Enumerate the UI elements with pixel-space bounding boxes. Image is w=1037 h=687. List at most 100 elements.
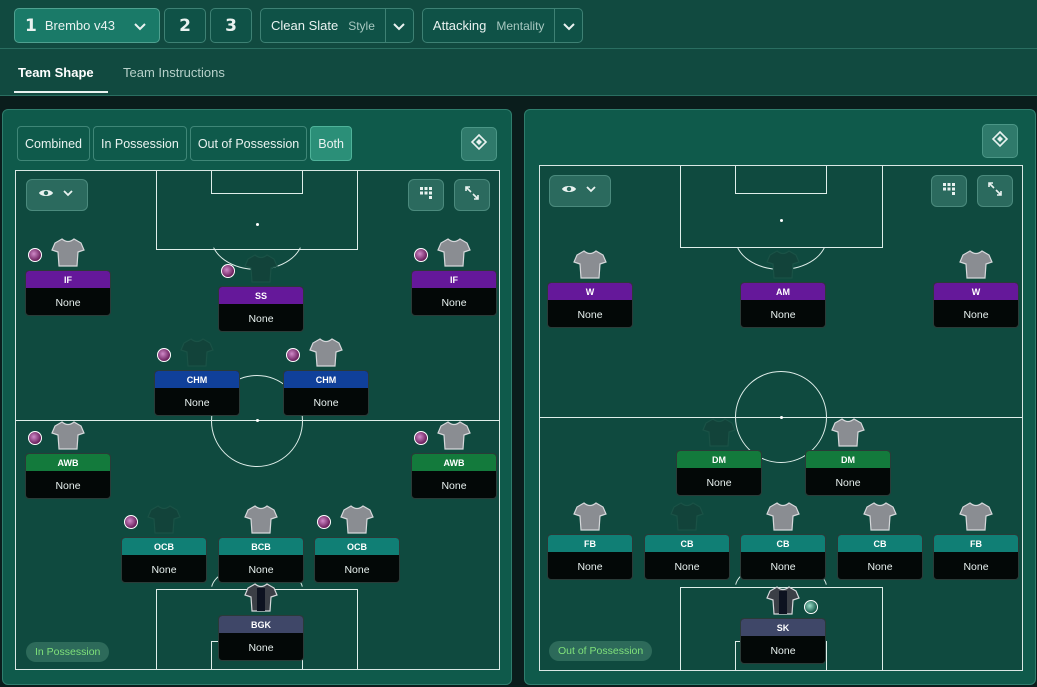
shirt-icon — [766, 501, 800, 531]
tactics-board-button[interactable] — [461, 127, 497, 161]
tab-team-shape[interactable]: Team Shape — [14, 49, 108, 95]
grid-icon — [418, 185, 434, 206]
mentality-label: Mentality — [496, 18, 545, 33]
player-card[interactable]: CB None — [644, 534, 730, 580]
tactics-header: 1 Brembo v43 2 3 Clean Slate Style Attac… — [0, 0, 1037, 96]
shirt-icon — [244, 253, 278, 283]
player-name: None — [441, 479, 467, 492]
ball-icon — [157, 348, 171, 362]
role-label: IF — [412, 271, 496, 288]
tab-bar: Team Shape Team Instructions — [0, 48, 1037, 95]
ball-icon — [28, 248, 42, 262]
player-card[interactable]: OCB None — [314, 537, 400, 583]
player-card[interactable]: CHM None — [154, 370, 240, 416]
role-label: BGK — [219, 616, 303, 633]
player-name: None — [706, 476, 732, 489]
grid-icon — [941, 181, 957, 202]
role-label: OCB — [315, 538, 399, 555]
player-card[interactable]: BGK None — [218, 615, 304, 661]
player-card[interactable]: AWB None — [25, 453, 111, 499]
tactics-board-icon — [991, 130, 1009, 153]
player-name: None — [770, 644, 796, 657]
shirt-icon — [766, 249, 800, 279]
role-label: AWB — [412, 454, 496, 471]
player-name: None — [963, 308, 989, 321]
pitch-in-possession: In Possession IF None SS None IF None CHM None C… — [15, 170, 500, 670]
player-card[interactable]: OCB None — [121, 537, 207, 583]
tactic-slot-2[interactable]: 2 — [164, 8, 206, 43]
role-label: CB — [741, 535, 825, 552]
player-card[interactable]: FB None — [933, 534, 1019, 580]
tab-team-instructions[interactable]: Team Instructions — [123, 49, 225, 95]
shirt-icon — [766, 585, 800, 615]
grid-button[interactable] — [931, 175, 967, 207]
player-name: None — [867, 560, 893, 573]
grid-button[interactable] — [408, 179, 444, 211]
shirt-icon — [437, 420, 471, 450]
center-spot — [780, 416, 783, 419]
role-label: W — [934, 283, 1018, 300]
mentality-value: Attacking — [432, 18, 487, 33]
shirt-icon — [863, 501, 897, 531]
player-card[interactable]: W None — [933, 282, 1019, 328]
eye-icon — [561, 181, 577, 202]
view-toggle-button[interactable] — [26, 179, 88, 211]
view-toggle-button[interactable] — [549, 175, 611, 207]
player-name: None — [770, 560, 796, 573]
tactic-slot-3[interactable]: 3 — [210, 8, 252, 43]
expand-button[interactable] — [454, 179, 490, 211]
tactic-selector[interactable]: 1 Brembo v43 — [14, 8, 160, 43]
player-name: None — [248, 312, 274, 325]
player-card[interactable]: DM None — [676, 450, 762, 496]
role-label: FB — [934, 535, 1018, 552]
shirt-icon — [959, 501, 993, 531]
player-card[interactable]: BCB None — [218, 537, 304, 583]
out-of-possession-panel: Out of Possession W None AM None W None DM None… — [524, 109, 1036, 685]
expand-icon — [464, 185, 480, 206]
tactics-board-button[interactable] — [982, 124, 1018, 158]
role-label: CHM — [155, 371, 239, 388]
style-label: Style — [348, 18, 375, 33]
role-label: DM — [806, 451, 890, 468]
player-card[interactable]: CB None — [740, 534, 826, 580]
style-dropdown[interactable]: Clean Slate Style — [260, 8, 414, 43]
goal-area-top — [211, 171, 303, 194]
player-card[interactable]: FB None — [547, 534, 633, 580]
ball-icon — [286, 348, 300, 362]
player-card[interactable]: AWB None — [411, 453, 497, 499]
role-label: SK — [741, 619, 825, 636]
ball-icon — [414, 248, 428, 262]
filter-in-possession[interactable]: In Possession — [92, 126, 187, 161]
role-label: OCB — [122, 538, 206, 555]
player-card[interactable]: SS None — [218, 286, 304, 332]
player-card[interactable]: CHM None — [283, 370, 369, 416]
player-card[interactable]: W None — [547, 282, 633, 328]
player-card[interactable]: DM None — [805, 450, 891, 496]
pitch-out-of-possession: Out of Possession W None AM None W None DM None… — [539, 165, 1023, 671]
player-card[interactable]: IF None — [411, 270, 497, 316]
filter-out-of-possession[interactable]: Out of Possession — [189, 126, 308, 161]
penalty-spot-top — [780, 219, 783, 222]
player-card[interactable]: SK None — [740, 618, 826, 664]
in-possession-panel: Combined In Possession Out of Possession… — [2, 109, 512, 685]
player-name: None — [577, 560, 603, 573]
tactic-number: 1 — [25, 15, 37, 36]
expand-button[interactable] — [977, 175, 1013, 207]
shirt-icon — [573, 501, 607, 531]
filter-both[interactable]: Both — [310, 126, 352, 161]
ball-icon — [221, 264, 235, 278]
player-name: None — [55, 296, 81, 309]
role-label: DM — [677, 451, 761, 468]
player-card[interactable]: IF None — [25, 270, 111, 316]
player-name: None — [248, 563, 274, 576]
role-label: FB — [548, 535, 632, 552]
player-card[interactable]: CB None — [837, 534, 923, 580]
chevron-down-icon — [583, 181, 599, 202]
chevron-down-icon — [554, 9, 582, 42]
filter-combined[interactable]: Combined — [17, 126, 90, 161]
player-card[interactable]: AM None — [740, 282, 826, 328]
role-label: AWB — [26, 454, 110, 471]
player-name: None — [835, 476, 861, 489]
role-label: CHM — [284, 371, 368, 388]
mentality-dropdown[interactable]: Attacking Mentality — [421, 8, 584, 43]
